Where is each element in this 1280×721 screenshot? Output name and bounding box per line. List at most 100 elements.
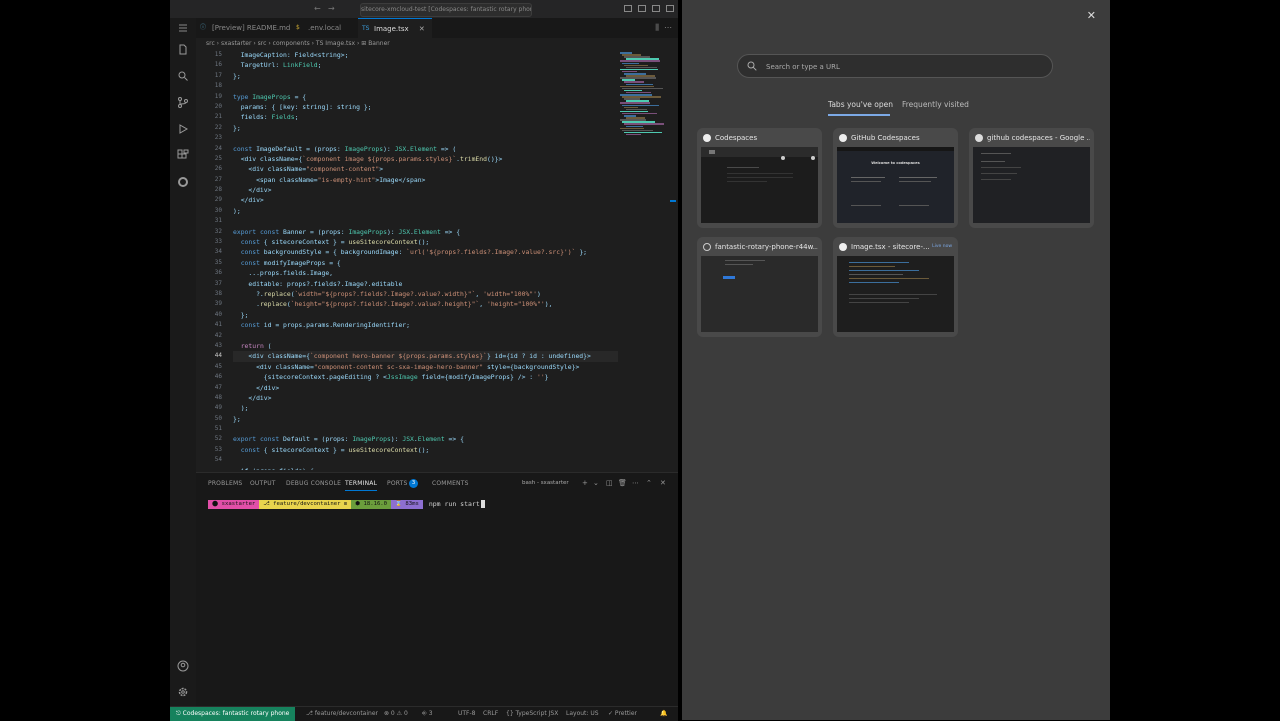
new-terminal-icon[interactable]: + xyxy=(582,479,588,487)
code-line[interactable]: editable: props?.fields?.Image?.editable xyxy=(233,279,618,289)
remote-indicator[interactable]: ⎋ Codespaces: fantastic rotary phone xyxy=(170,707,296,721)
code-line[interactable] xyxy=(233,424,618,434)
chevron-down-icon[interactable]: ⌄ xyxy=(593,479,599,487)
split-terminal-icon[interactable]: ◫ xyxy=(606,479,613,487)
account-icon[interactable] xyxy=(176,659,190,673)
code-line[interactable]: return ( xyxy=(233,341,618,351)
customize-layout-icon[interactable] xyxy=(666,5,674,12)
trash-icon[interactable]: 🗑 xyxy=(618,479,627,487)
split-editor-icon[interactable]: ⫼ xyxy=(655,23,659,32)
code-line[interactable]: type ImageProps = { xyxy=(233,92,618,102)
url-input[interactable] xyxy=(764,55,1038,79)
code-line[interactable]: </div> xyxy=(233,185,618,195)
toggle-panel-icon[interactable] xyxy=(638,5,646,12)
tab-problems[interactable]: PROBLEMS xyxy=(208,480,242,487)
source-control-icon[interactable] xyxy=(176,95,190,109)
tab-debug-console[interactable]: DEBUG CONSOLE xyxy=(286,480,341,487)
branch-status[interactable]: ⎇ feature/devcontainer xyxy=(306,707,378,721)
code-line[interactable]: const modifyImageProps = { xyxy=(233,258,618,268)
code-line[interactable]: {sitecoreContext.pageEditing ? <JssImage… xyxy=(233,372,618,382)
code-line[interactable]: </div> xyxy=(233,195,618,205)
problems-status[interactable]: ⊗ 0 ⚠ 0 xyxy=(384,707,408,721)
code-line[interactable]: }; xyxy=(233,71,618,81)
code-line[interactable]: const { sitecoreContext } = useSitecoreC… xyxy=(233,445,618,455)
code-line[interactable]: const ImageDefault = (props: ImageProps)… xyxy=(233,144,618,154)
bell-icon[interactable]: 🔔 xyxy=(660,707,667,721)
search-icon[interactable] xyxy=(176,69,190,83)
tab-card-codespaces[interactable]: Codespaces xyxy=(697,128,822,228)
language-status[interactable]: {} TypeScript JSX xyxy=(506,707,558,721)
code-line[interactable]: <div className={`component hero-banner $… xyxy=(233,351,618,362)
code-line[interactable]: const backgroundStyle = { backgroundImag… xyxy=(233,247,618,257)
extensions-icon[interactable] xyxy=(176,148,190,162)
tab-readme-preview[interactable]: ⓘ [Preview] README.md xyxy=(196,18,304,38)
code-lines[interactable]: ImageCaption: Field<string>; TargetUrl: … xyxy=(233,50,618,470)
toggle-secondary-sidebar-icon[interactable] xyxy=(652,5,660,12)
eol-status[interactable]: CRLF xyxy=(483,707,498,721)
more-actions-icon[interactable]: ⋯ xyxy=(632,479,639,487)
encoding-status[interactable]: UTF-8 xyxy=(458,707,476,721)
code-line[interactable] xyxy=(233,331,618,341)
code-line[interactable]: fields: Fields; xyxy=(233,112,618,122)
code-line[interactable]: const id = props.params.RenderingIdentif… xyxy=(233,320,618,330)
code-line[interactable]: </div> xyxy=(233,383,618,393)
forward-icon[interactable]: → xyxy=(328,4,335,13)
close-icon[interactable]: ✕ xyxy=(419,25,425,33)
code-line[interactable]: }; xyxy=(233,123,618,133)
close-panel-icon[interactable]: ✕ xyxy=(660,479,666,487)
code-line[interactable]: ); xyxy=(233,206,618,216)
code-line[interactable]: </div> xyxy=(233,393,618,403)
code-line[interactable]: ImageCaption: Field<string>; xyxy=(233,50,618,60)
code-line[interactable] xyxy=(233,133,618,143)
close-icon[interactable]: ✕ xyxy=(1087,9,1096,22)
code-line[interactable] xyxy=(233,455,618,465)
run-debug-icon[interactable] xyxy=(176,122,190,136)
code-line[interactable]: if (props.fields) { xyxy=(233,466,618,470)
terminal-shell-label[interactable]: bash - sxastarter xyxy=(522,480,569,486)
command-center[interactable]: sitecore-xmcloud-test [Codespaces: fanta… xyxy=(360,3,532,17)
code-line[interactable]: TargetUrl: LinkField; xyxy=(233,60,618,70)
code-line[interactable]: params: { [key: string]: string }; xyxy=(233,102,618,112)
more-actions-icon[interactable]: ⋯ xyxy=(664,23,672,32)
tab-card-google-search[interactable]: github codespaces - Google ... xyxy=(969,128,1094,228)
tab-terminal[interactable]: TERMINAL xyxy=(345,480,378,491)
code-line[interactable]: <div className="component-content"> xyxy=(233,164,618,174)
code-line[interactable]: <span className="is-empty-hint">Image</s… xyxy=(233,175,618,185)
code-line[interactable]: <div className="component-content sc-sxa… xyxy=(233,362,618,372)
code-line[interactable]: const { sitecoreContext } = useSitecoreC… xyxy=(233,237,618,247)
code-line[interactable]: ?.replace(`width="${props?.fields?.Image… xyxy=(233,289,618,299)
code-editor[interactable]: 15 16 17 18 19 20 21 22 23 24 25 26 27 28 29 30 31 32 33 34… xyxy=(196,50,678,470)
maximize-panel-icon[interactable]: ⌃ xyxy=(646,479,652,487)
code-line[interactable]: <div className={`component image ${props… xyxy=(233,154,618,164)
minimap[interactable] xyxy=(618,50,672,140)
explorer-icon[interactable] xyxy=(176,43,190,57)
tab-card-github-codespaces[interactable]: GitHub Codespaces Welcome to codespaces xyxy=(833,128,958,228)
tab-card-fantastic-rotary-phone[interactable]: fantastic-rotary-phone-r44w... xyxy=(697,237,822,337)
code-line[interactable]: ); xyxy=(233,403,618,413)
ports-status[interactable]: ⎆ 3 xyxy=(422,707,433,721)
tab-tabs-youve-open[interactable]: Tabs you've open xyxy=(828,100,893,109)
terminal-prompt[interactable]: ⬤ sxastarter ⎇ feature/devcontainer ≡ ⬢ … xyxy=(208,500,485,509)
code-line[interactable] xyxy=(233,216,618,226)
code-line[interactable] xyxy=(233,81,618,91)
tab-env-local[interactable]: $ .env.local xyxy=(292,18,368,38)
menu-icon[interactable] xyxy=(176,21,190,35)
back-icon[interactable]: ← xyxy=(314,4,321,13)
tab-frequently-visited[interactable]: Frequently visited xyxy=(902,100,969,109)
layout-status[interactable]: Layout: US xyxy=(566,707,599,721)
tab-image-tsx[interactable]: TS Image.tsx ✕ xyxy=(358,18,432,38)
tab-card-image-tsx[interactable]: Image.tsx - sitecore-... Live now xyxy=(833,237,958,337)
code-line[interactable]: }; xyxy=(233,310,618,320)
tab-comments[interactable]: COMMENTS xyxy=(432,480,469,487)
code-line[interactable]: ...props.fields.Image, xyxy=(233,268,618,278)
code-line[interactable]: .replace(`height="${props?.fields?.Image… xyxy=(233,299,618,309)
code-line[interactable]: }; xyxy=(233,414,618,424)
prettier-status[interactable]: ✓ Prettier xyxy=(608,707,637,721)
github-icon[interactable] xyxy=(176,175,190,189)
url-search-box[interactable] xyxy=(737,54,1053,79)
toggle-sidebar-icon[interactable] xyxy=(624,5,632,12)
gear-icon[interactable] xyxy=(176,685,190,699)
tab-ports[interactable]: PORTS xyxy=(387,480,408,487)
code-line[interactable]: export const Banner = (props: ImageProps… xyxy=(233,227,618,237)
tab-output[interactable]: OUTPUT xyxy=(250,480,276,487)
